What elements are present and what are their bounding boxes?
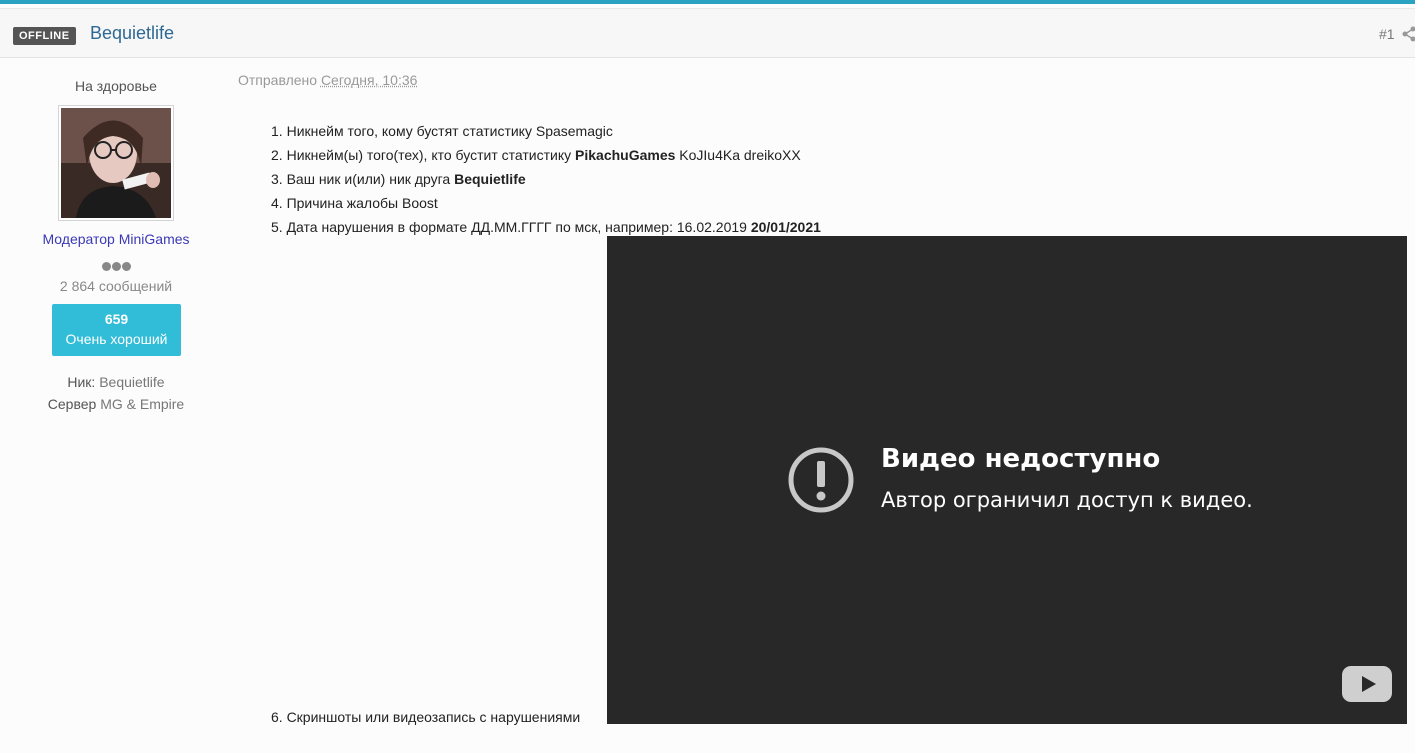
- field-nick: Ник: Bequietlife: [0, 374, 232, 390]
- rank-pip-icon: [102, 262, 111, 271]
- list-item-text: Никнейм(ы) того(тех), кто бустит статист…: [287, 147, 575, 163]
- post-body-list: 1. Никнейм того, кому бустят статистику …: [271, 119, 821, 239]
- reputation-badge[interactable]: 659 Очень хороший: [52, 304, 181, 356]
- list-item-number: 5.: [271, 219, 283, 235]
- video-unavailable-title: Видео недоступно: [881, 444, 1160, 474]
- list-item-bold: Bequietlife: [454, 171, 526, 187]
- list-item-number: 2.: [271, 147, 283, 163]
- list-item-number: 4.: [271, 195, 283, 211]
- list-item: 3. Ваш ник и(или) ник друга Bequietlife: [271, 167, 821, 191]
- video-embed[interactable]: Видео недоступно Автор ограничил доступ …: [607, 236, 1407, 724]
- field-value: MG & Empire: [100, 396, 184, 412]
- list-item-text: Причина жалобы Boost: [287, 195, 438, 211]
- author-name-link[interactable]: Bequietlife: [90, 23, 174, 44]
- post-number-link[interactable]: #1: [1379, 26, 1395, 42]
- reputation-value: 659: [52, 311, 181, 327]
- list-item-text: Никнейм того, кому бустят статистику Spa…: [287, 123, 613, 139]
- avatar[interactable]: [58, 105, 174, 221]
- rank-pip-icon: [112, 262, 121, 271]
- group-name-link[interactable]: Модератор MiniGames: [0, 231, 232, 247]
- post-date: Отправлено Сегодня, 10:36: [238, 72, 417, 88]
- share-icon[interactable]: [1402, 26, 1415, 42]
- post-header: OFFLINE Bequietlife #1: [0, 8, 1415, 58]
- list-item: 2. Никнейм(ы) того(тех), кто бустит стат…: [271, 143, 821, 167]
- list-item-text: Ваш ник и(или) ник друга: [287, 171, 455, 187]
- list-item: 4. Причина жалобы Boost: [271, 191, 821, 215]
- list-item-screenshots: 6. Скриншоты или видеозапись с нарушения…: [271, 709, 580, 725]
- post-date-value: Сегодня, 10:36: [321, 72, 417, 88]
- post-date-prefix: Отправлено: [238, 72, 317, 88]
- user-title: На здоровье: [0, 78, 232, 94]
- field-label: Ник:: [67, 374, 95, 390]
- field-server: Сервер MG & Empire: [0, 396, 232, 412]
- list-item-number: 3.: [271, 171, 283, 187]
- youtube-play-icon[interactable]: [1342, 666, 1392, 702]
- list-item-bold: PikachuGames: [575, 147, 675, 163]
- field-label: Сервер: [48, 396, 97, 412]
- top-accent-bar: [0, 0, 1415, 4]
- avatar-image: [61, 108, 171, 218]
- list-item: 1. Никнейм того, кому бустят статистику …: [271, 119, 821, 143]
- list-item-text: Дата нарушения в формате ДД.ММ.ГГГГ по м…: [287, 219, 751, 235]
- exclamation-circle-icon: [787, 446, 855, 514]
- status-badge: OFFLINE: [13, 27, 76, 45]
- rank-pips: [101, 258, 131, 268]
- video-unavailable-message: Автор ограничил доступ к видео.: [881, 488, 1253, 512]
- rank-pip-icon: [122, 262, 131, 271]
- reputation-label: Очень хороший: [52, 331, 181, 347]
- list-item-bold: 20/01/2021: [751, 219, 821, 235]
- post-count: 2 864 сообщений: [0, 278, 232, 294]
- list-item-number: 1.: [271, 123, 283, 139]
- list-item-tail: KoJIu4Ka dreikoXX: [675, 147, 800, 163]
- field-value: Bequietlife: [99, 374, 164, 390]
